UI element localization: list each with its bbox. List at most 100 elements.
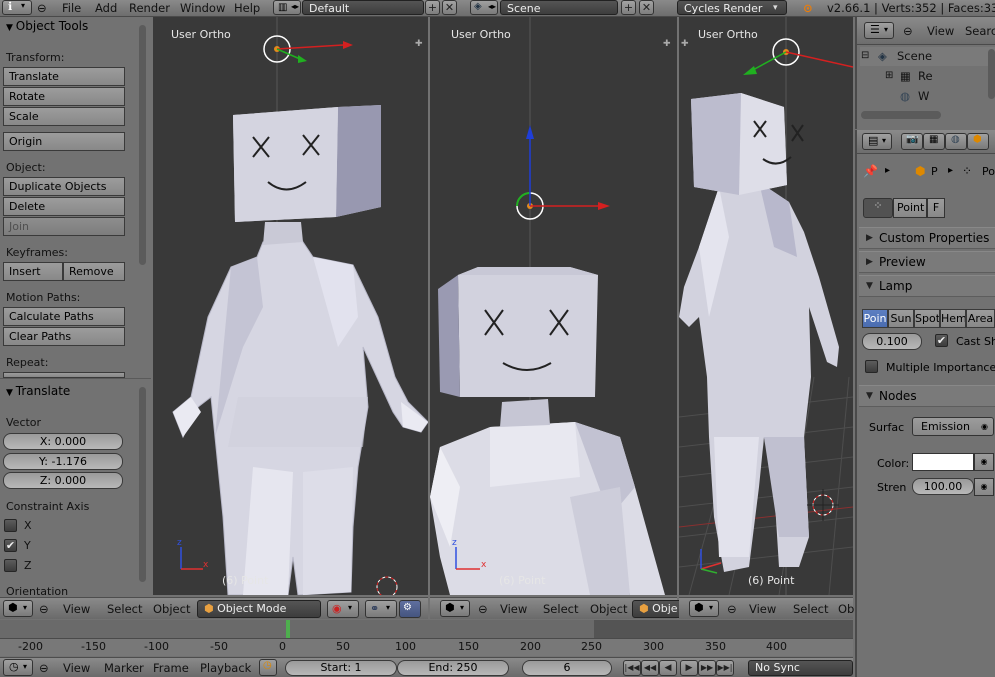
- menu-help[interactable]: Help: [234, 0, 260, 16]
- viewport-middle[interactable]: User Ortho ✚ z x (6) Point: [430, 17, 677, 595]
- constraint-z-checkbox[interactable]: [4, 559, 17, 572]
- delete-button[interactable]: Delete: [3, 197, 125, 216]
- menu-select[interactable]: Select: [543, 602, 578, 616]
- outliner-row[interactable]: ⊞ ▦ Re: [860, 67, 995, 86]
- nodes-header[interactable]: ▼ Nodes: [859, 385, 995, 407]
- object-tab-icon[interactable]: ⬢: [967, 133, 989, 150]
- layout-selector-icon[interactable]: ▥ ◂▸: [273, 0, 301, 15]
- menu-frame[interactable]: Frame: [153, 661, 189, 675]
- collapse-menu-icon[interactable]: ⊖: [478, 602, 488, 616]
- object-tools-header[interactable]: ▼ Object Tools: [6, 19, 88, 33]
- object-mode-select[interactable]: ⬢ Obje: [632, 600, 682, 618]
- origin-button[interactable]: Origin: [3, 132, 125, 151]
- menu-marker[interactable]: Marker: [104, 661, 144, 675]
- editor-type-icon[interactable]: ⬢ ▾: [440, 600, 470, 617]
- vector-y-field[interactable]: Y: -1.176: [3, 453, 123, 470]
- add-layout-button[interactable]: +: [425, 0, 440, 15]
- outliner-editor-icon[interactable]: ☰ ▾: [864, 22, 894, 39]
- lamp-datablock-icon[interactable]: ⁘: [863, 198, 893, 218]
- render-engine-select[interactable]: Cycles Render: [677, 0, 787, 15]
- info-editor-icon[interactable]: ℹ ▾: [2, 0, 32, 15]
- remove-layout-button[interactable]: ✕: [442, 0, 457, 15]
- remove-scene-button[interactable]: ✕: [639, 0, 654, 15]
- collapse-menu-icon[interactable]: ⊖: [37, 0, 47, 16]
- collapse-minus-icon[interactable]: ⊟: [861, 48, 869, 64]
- next-keyframe-button[interactable]: ▶▶: [698, 660, 716, 676]
- insert-keyframe-button[interactable]: Insert: [3, 262, 63, 281]
- scale-button[interactable]: Scale: [3, 107, 125, 126]
- custom-properties-header[interactable]: ▶ Custom Properties: [859, 227, 995, 249]
- collapse-menu-icon[interactable]: ⊖: [39, 602, 49, 616]
- menu-select[interactable]: Select: [793, 602, 828, 616]
- object-mode-select[interactable]: ⬢ Object Mode: [197, 600, 321, 618]
- menu-render[interactable]: Render: [129, 0, 170, 16]
- cast-shadow-checkbox[interactable]: ✔: [935, 334, 948, 347]
- viewport-right[interactable]: User Ortho ✚ (6) Point: [679, 17, 853, 595]
- lamp-type-hemi-tab[interactable]: Hem: [940, 309, 966, 328]
- menu-file[interactable]: File: [62, 0, 81, 16]
- menu-object[interactable]: Object: [590, 602, 627, 616]
- menu-object[interactable]: Ob: [838, 602, 854, 616]
- vector-z-field[interactable]: Z: 0.000: [3, 472, 123, 489]
- remove-keyframe-button[interactable]: Remove: [63, 262, 125, 281]
- multiple-importance-checkbox[interactable]: [865, 360, 878, 373]
- editor-type-icon[interactable]: ⬢ ▾: [3, 600, 33, 617]
- jump-end-button[interactable]: ▶▶|: [716, 660, 734, 676]
- strength-link-button[interactable]: ◉: [974, 478, 994, 496]
- sync-mode-select[interactable]: No Sync: [748, 660, 853, 676]
- constraint-x-checkbox[interactable]: [4, 519, 17, 532]
- lamp-type-sun-tab[interactable]: Sun: [888, 309, 914, 328]
- scene-tab-icon[interactable]: ◍: [945, 133, 967, 150]
- collapse-menu-icon[interactable]: ⊖: [727, 602, 737, 616]
- lamp-type-area-tab[interactable]: Area: [966, 309, 995, 328]
- menu-view[interactable]: View: [749, 602, 776, 616]
- add-scene-button[interactable]: +: [621, 0, 636, 15]
- menu-view[interactable]: View: [927, 23, 954, 39]
- color-link-button[interactable]: ◉: [974, 453, 994, 471]
- lamp-name-field[interactable]: Point: [893, 198, 927, 218]
- rotate-button[interactable]: Rotate: [3, 87, 125, 106]
- collapse-menu-icon[interactable]: ⊖: [903, 23, 913, 39]
- preview-header[interactable]: ▶ Preview: [859, 251, 995, 273]
- translate-operator-header[interactable]: ▼ Translate: [6, 384, 70, 398]
- collapse-menu-icon[interactable]: ⊖: [39, 661, 49, 675]
- outliner-row[interactable]: ◍ W: [860, 87, 995, 106]
- pivot-point-icon[interactable]: ⚭ ▾: [365, 600, 397, 618]
- scene-field[interactable]: Scene: [500, 0, 618, 15]
- outliner-hscrollbar[interactable]: [861, 111, 941, 119]
- vector-x-field[interactable]: X: 0.000: [3, 433, 123, 450]
- tool-shelf-scrollbar[interactable]: [139, 25, 146, 265]
- lamp-type-spot-tab[interactable]: Spot: [914, 309, 940, 328]
- pin-icon[interactable]: 📌: [863, 164, 878, 178]
- properties-editor-icon[interactable]: ▤ ▾: [862, 133, 892, 150]
- fake-user-button[interactable]: F: [927, 198, 945, 218]
- calculate-paths-button[interactable]: Calculate Paths: [3, 307, 125, 326]
- current-frame-indicator[interactable]: [286, 620, 290, 640]
- menu-view[interactable]: View: [500, 602, 527, 616]
- menu-add[interactable]: Add: [95, 0, 117, 16]
- play-reverse-button[interactable]: ◀: [659, 660, 677, 676]
- breadcrumb-lamp[interactable]: Po: [982, 165, 995, 178]
- join-button[interactable]: Join: [3, 217, 125, 236]
- timeline-editor-icon[interactable]: ◷ ▾: [3, 659, 33, 676]
- end-frame-field[interactable]: End: 250: [397, 660, 509, 676]
- editor-type-icon[interactable]: ⬢ ▾: [689, 600, 719, 617]
- current-frame-field[interactable]: 6: [522, 660, 612, 676]
- menu-view[interactable]: View: [63, 661, 90, 675]
- prev-keyframe-button[interactable]: ◀◀: [641, 660, 659, 676]
- start-frame-field[interactable]: Start: 1: [285, 660, 397, 676]
- lamp-header[interactable]: ▼ Lamp: [859, 275, 995, 297]
- manipulator-toggle-icon[interactable]: ⚙: [399, 600, 421, 618]
- lamp-size-field[interactable]: 0.100: [862, 333, 922, 350]
- strength-field[interactable]: 100.00: [912, 478, 974, 495]
- menu-object[interactable]: Object: [153, 602, 190, 616]
- menu-select[interactable]: Select: [107, 602, 142, 616]
- menu-window[interactable]: Window: [180, 0, 225, 16]
- outliner-vscrollbar[interactable]: [988, 49, 995, 99]
- clear-paths-button[interactable]: Clear Paths: [3, 327, 125, 346]
- render-layers-tab-icon[interactable]: ▦: [923, 133, 945, 150]
- jump-start-button[interactable]: |◀◀: [623, 660, 641, 676]
- breadcrumb-object[interactable]: P: [931, 165, 938, 178]
- layout-field[interactable]: Default: [302, 0, 424, 15]
- play-button[interactable]: ▶: [680, 660, 698, 676]
